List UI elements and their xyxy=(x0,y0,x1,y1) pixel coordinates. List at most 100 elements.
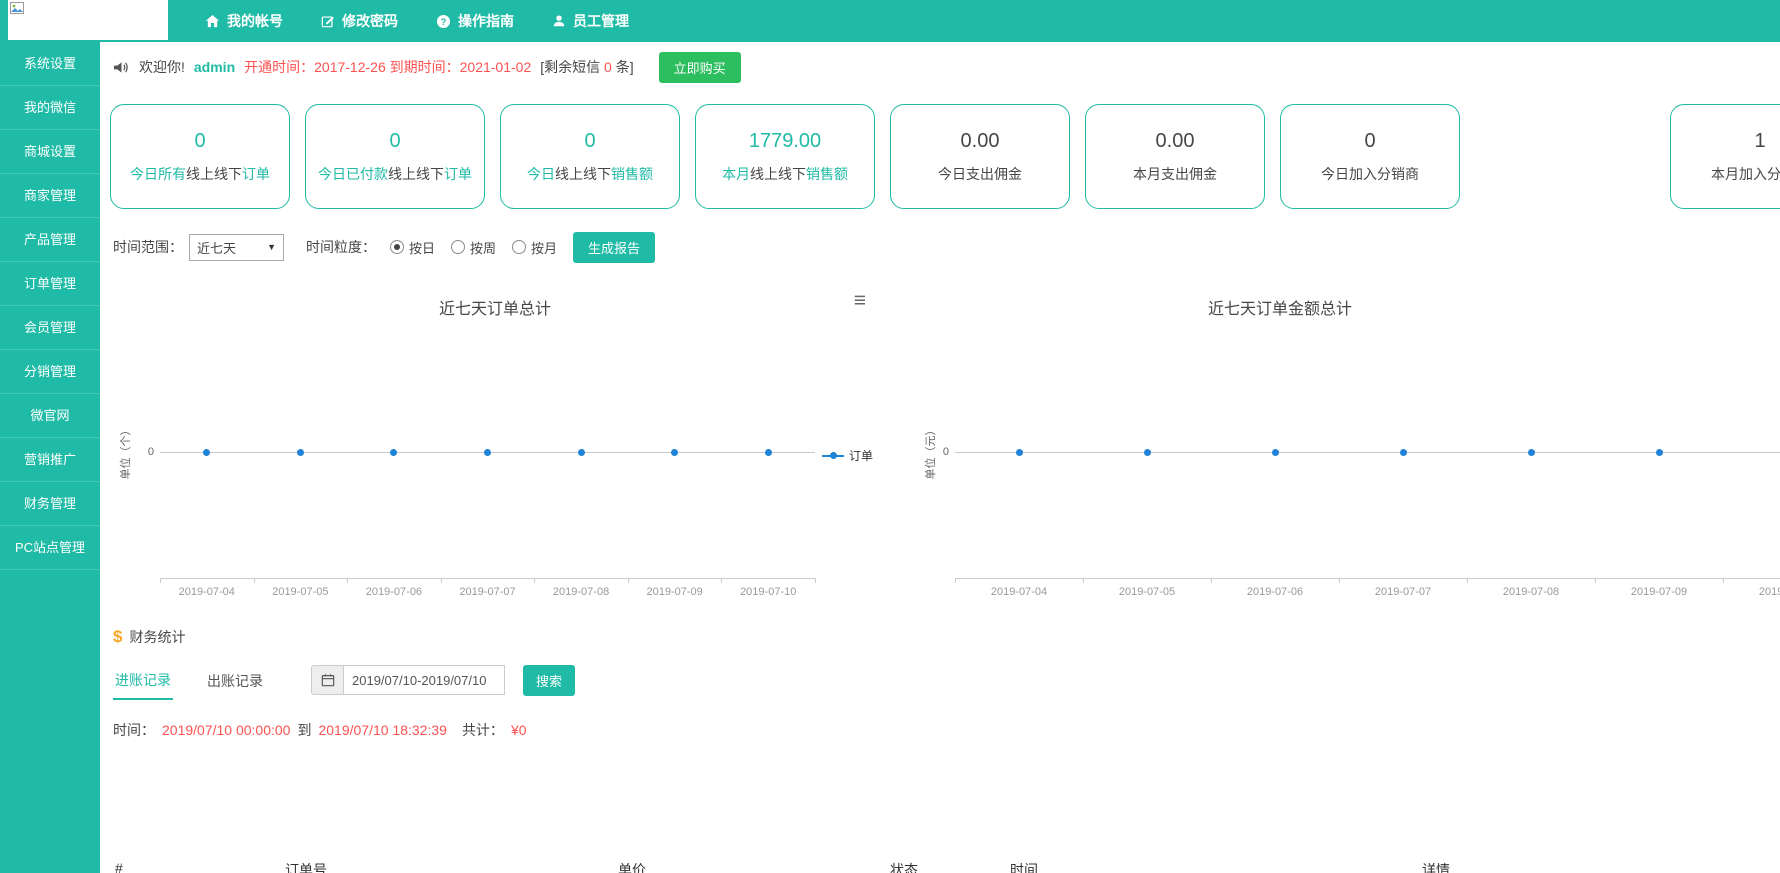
sidebar-item-2[interactable]: 商城设置 xyxy=(0,130,100,174)
time-range-value: 近七天 xyxy=(197,238,236,257)
edit-icon xyxy=(321,14,335,28)
data-point xyxy=(484,449,491,456)
radio-circle xyxy=(390,240,404,254)
finance-tabs: 进账记录出账记录 xyxy=(113,661,297,700)
top-nav: 我的帐号 修改密码 ?操作指南 员工管理 xyxy=(205,0,629,42)
sidebar-item-0[interactable]: 系统设置 xyxy=(0,42,100,86)
table-column-header: # xyxy=(115,860,123,873)
x-axis-label: 2019-07-09 xyxy=(1614,586,1704,598)
sidebar-item-6[interactable]: 会员管理 xyxy=(0,306,100,350)
stat-card-value: 0.00 xyxy=(1156,130,1195,153)
stat-card[interactable]: 0今日已付款线上线下订单 xyxy=(305,104,485,209)
stat-card-label: 今日支出佣金 xyxy=(938,164,1022,184)
legend-line-marker xyxy=(822,451,844,460)
sidebar-item-4[interactable]: 产品管理 xyxy=(0,218,100,262)
stat-card[interactable]: 1 本月加入分销商 xyxy=(1670,104,1780,209)
stat-card-label: 今日线上线下销售额 xyxy=(527,164,653,184)
granularity-radios: 按日 按周按月 xyxy=(390,238,557,257)
sidebar-item-11[interactable]: PC站点管理 xyxy=(0,526,100,570)
stat-card-label: 今日加入分销商 xyxy=(1321,164,1419,184)
x-axis-tick xyxy=(534,578,535,583)
stat-card[interactable]: 0今日线上线下销售额 xyxy=(500,104,680,209)
x-axis-label: 2019-07-06 xyxy=(349,586,439,598)
y-axis-label: 单位（个） xyxy=(117,425,133,480)
nav-operation-guide[interactable]: ?操作指南 xyxy=(436,11,514,31)
y-axis-tick-label: 0 xyxy=(134,446,154,458)
stat-card[interactable]: 0今日加入分销商 xyxy=(1280,104,1460,209)
stat-card-label-part: 线上线下 xyxy=(388,166,444,182)
data-point xyxy=(578,449,585,456)
stat-card-label: 本月支出佣金 xyxy=(1133,164,1217,184)
finance-tabs-row: 进账记录出账记录 搜索 xyxy=(113,660,575,700)
chart-panel-0: 近七天订单总计≡单位（个）02019-07-042019-07-052019-0… xyxy=(110,282,880,604)
calendar-icon xyxy=(321,673,335,687)
sidebar-item-7[interactable]: 分销管理 xyxy=(0,350,100,394)
stat-card-label-part: 订单 xyxy=(242,166,270,182)
stat-card-label-part: 本月支出佣金 xyxy=(1133,166,1217,182)
stat-card-label-part: 今日支出佣金 xyxy=(938,166,1022,182)
nav-change-password[interactable]: 修改密码 xyxy=(321,11,398,31)
question-icon: ? xyxy=(436,14,451,29)
stat-card-label-part: 订单 xyxy=(444,166,472,182)
stat-card-value: 0 xyxy=(389,130,400,153)
time-range-select[interactable]: 近七天 ▼ xyxy=(189,234,284,261)
caret-down-icon: ▼ xyxy=(267,242,276,252)
tab-expense-records[interactable]: 出账记录 xyxy=(205,662,265,699)
stat-card[interactable]: 0今日所有线上线下订单 xyxy=(110,104,290,209)
nav-staff-management[interactable]: 员工管理 xyxy=(552,11,629,31)
sidebar: 系统设置我的微信商城设置商家管理产品管理订单管理会员管理分销管理微官网营销推广财… xyxy=(0,42,100,873)
legend-item[interactable]: 订单 xyxy=(822,447,873,464)
welcome-username: admin xyxy=(194,59,235,75)
stat-cards-row: 0今日所有线上线下订单0今日已付款线上线下订单0今日线上线下销售额1779.00… xyxy=(100,104,1780,216)
stat-card[interactable]: 0.00 本月支出佣金 xyxy=(1085,104,1265,209)
sms-prefix: [剩余短信 xyxy=(540,59,604,75)
radio-by-week-label: 按周 xyxy=(470,238,496,257)
sidebar-item-5[interactable]: 订单管理 xyxy=(0,262,100,306)
table-column-header: 状态 xyxy=(890,860,918,873)
sidebar-item-10[interactable]: 财务管理 xyxy=(0,482,100,526)
summary-time-label: 时间： xyxy=(113,720,155,740)
x-axis-tick xyxy=(721,578,722,583)
stat-card[interactable]: 1779.00本月线上线下销售额 xyxy=(695,104,875,209)
y-axis-tick-label: 0 xyxy=(929,446,949,458)
stat-card-value: 1 xyxy=(1754,130,1765,153)
sidebar-item-8[interactable]: 微官网 xyxy=(0,394,100,438)
records-table-header: #订单号单价状态时间详情 xyxy=(100,860,1780,873)
nav-change-password-label: 修改密码 xyxy=(342,11,398,31)
search-button[interactable]: 搜索 xyxy=(523,665,575,696)
radio-by-week[interactable]: 按周 xyxy=(451,238,496,257)
home-icon xyxy=(205,14,220,29)
stat-card-label-part: 线上线下 xyxy=(555,166,611,182)
sidebar-item-3[interactable]: 商家管理 xyxy=(0,174,100,218)
x-axis-label: 2019-07-08 xyxy=(536,586,626,598)
tab-income-records[interactable]: 进账记录 xyxy=(113,661,173,700)
x-axis-tick xyxy=(1083,578,1084,583)
stat-card-label: 本月加入分销商 xyxy=(1711,164,1780,184)
logo xyxy=(8,0,168,40)
toolbox-menu-icon[interactable]: ≡ xyxy=(854,290,866,311)
summary-start-time: 2019/07/10 00:00:00 xyxy=(162,722,290,738)
table-column-header: 详情 xyxy=(1422,860,1450,873)
date-range-input[interactable] xyxy=(343,665,505,695)
stat-card-label-part: 线上线下 xyxy=(186,166,242,182)
sms-suffix: 条] xyxy=(612,59,634,75)
buy-now-button[interactable]: 立即购买 xyxy=(659,52,741,83)
sidebar-item-9[interactable]: 营销推广 xyxy=(0,438,100,482)
sidebar-item-1[interactable]: 我的微信 xyxy=(0,86,100,130)
stat-card-label-part: 销售额 xyxy=(611,166,653,182)
nav-staff-management-label: 员工管理 xyxy=(573,11,629,31)
radio-circle xyxy=(451,240,465,254)
nav-my-account[interactable]: 我的帐号 xyxy=(205,11,283,31)
stat-card[interactable]: 0.00今日支出佣金 xyxy=(890,104,1070,209)
radio-by-month[interactable]: 按月 xyxy=(512,238,557,257)
stat-card-label-part: 本月加入分销商 xyxy=(1711,166,1780,182)
stat-card-label-part: 本月 xyxy=(722,166,750,182)
radio-by-day[interactable]: 按日 xyxy=(390,238,435,257)
calendar-icon-button[interactable] xyxy=(311,665,343,695)
generate-report-button[interactable]: 生成报告 xyxy=(573,232,655,263)
stat-card-label: 本月线上线下销售额 xyxy=(722,164,848,184)
x-axis-label: 2019-07-09 xyxy=(630,586,720,598)
data-point xyxy=(1272,449,1279,456)
data-point xyxy=(203,449,210,456)
stat-card-label-part: 今日加入分销商 xyxy=(1321,166,1419,182)
